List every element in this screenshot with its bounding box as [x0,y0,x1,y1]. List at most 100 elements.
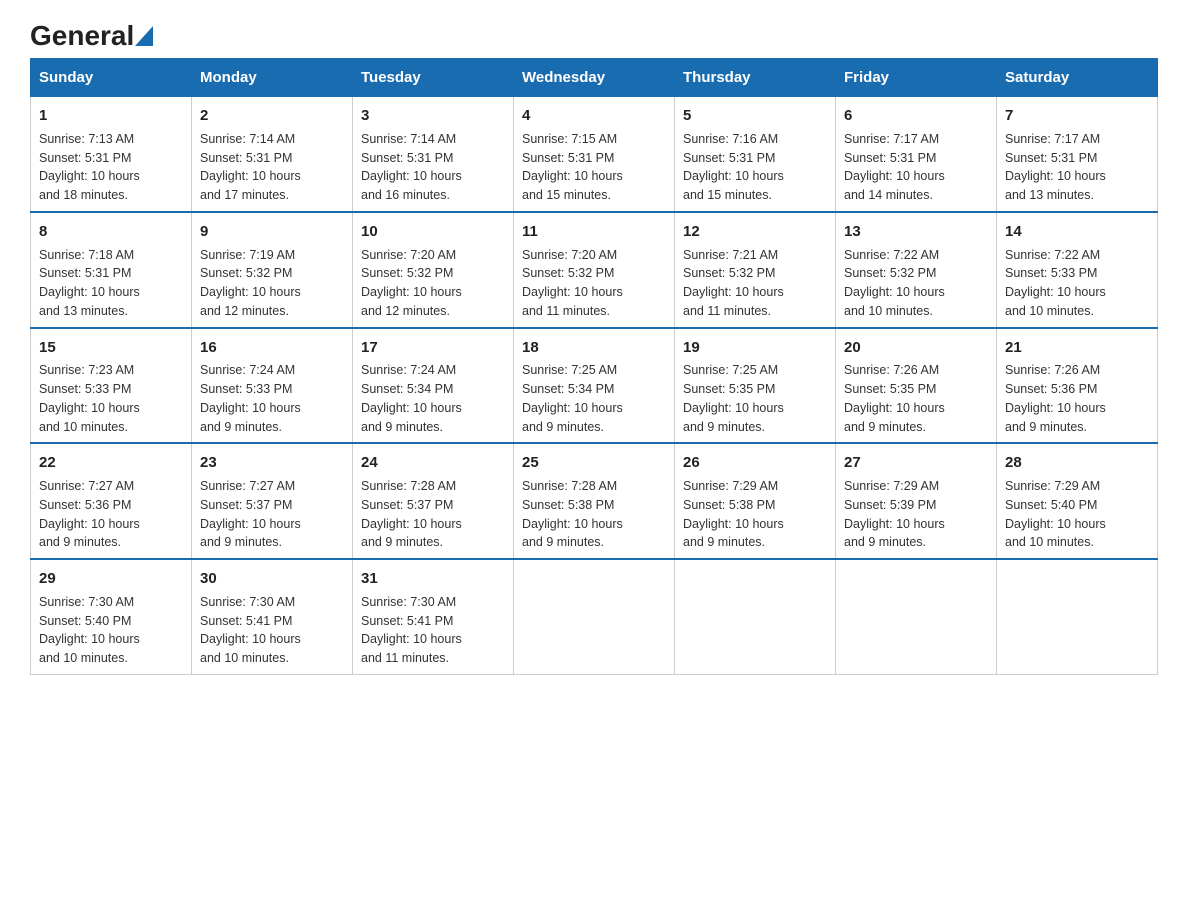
day-info: Sunrise: 7:29 AMSunset: 5:38 PMDaylight:… [683,479,784,549]
day-number: 9 [200,221,344,243]
calendar-cell: 27 Sunrise: 7:29 AMSunset: 5:39 PMDaylig… [836,443,997,559]
calendar-cell: 9 Sunrise: 7:19 AMSunset: 5:32 PMDayligh… [192,212,353,328]
day-info: Sunrise: 7:28 AMSunset: 5:37 PMDaylight:… [361,479,462,549]
calendar-cell: 13 Sunrise: 7:22 AMSunset: 5:32 PMDaylig… [836,212,997,328]
day-number: 25 [522,452,666,474]
day-info: Sunrise: 7:30 AMSunset: 5:41 PMDaylight:… [200,595,301,665]
calendar-table: SundayMondayTuesdayWednesdayThursdayFrid… [30,58,1158,675]
calendar-cell: 28 Sunrise: 7:29 AMSunset: 5:40 PMDaylig… [997,443,1158,559]
day-number: 24 [361,452,505,474]
logo-general-text: General [30,20,134,52]
day-info: Sunrise: 7:14 AMSunset: 5:31 PMDaylight:… [200,132,301,202]
calendar-week-row: 15 Sunrise: 7:23 AMSunset: 5:33 PMDaylig… [31,328,1158,444]
day-info: Sunrise: 7:19 AMSunset: 5:32 PMDaylight:… [200,248,301,318]
day-number: 7 [1005,105,1149,127]
page-header: General [30,20,1158,48]
day-number: 27 [844,452,988,474]
calendar-cell: 7 Sunrise: 7:17 AMSunset: 5:31 PMDayligh… [997,97,1158,212]
day-number: 2 [200,105,344,127]
calendar-week-row: 8 Sunrise: 7:18 AMSunset: 5:31 PMDayligh… [31,212,1158,328]
logo: General [30,20,153,48]
calendar-cell: 24 Sunrise: 7:28 AMSunset: 5:37 PMDaylig… [353,443,514,559]
day-number: 12 [683,221,827,243]
day-number: 3 [361,105,505,127]
day-info: Sunrise: 7:20 AMSunset: 5:32 PMDaylight:… [361,248,462,318]
day-number: 10 [361,221,505,243]
day-number: 26 [683,452,827,474]
calendar-cell: 8 Sunrise: 7:18 AMSunset: 5:31 PMDayligh… [31,212,192,328]
day-info: Sunrise: 7:18 AMSunset: 5:31 PMDaylight:… [39,248,140,318]
day-header-saturday: Saturday [997,59,1158,97]
calendar-cell: 3 Sunrise: 7:14 AMSunset: 5:31 PMDayligh… [353,97,514,212]
day-info: Sunrise: 7:25 AMSunset: 5:35 PMDaylight:… [683,363,784,433]
calendar-cell [514,559,675,674]
calendar-cell: 29 Sunrise: 7:30 AMSunset: 5:40 PMDaylig… [31,559,192,674]
calendar-cell [997,559,1158,674]
day-info: Sunrise: 7:27 AMSunset: 5:36 PMDaylight:… [39,479,140,549]
day-number: 15 [39,337,183,359]
day-number: 14 [1005,221,1149,243]
day-header-thursday: Thursday [675,59,836,97]
day-number: 11 [522,221,666,243]
day-info: Sunrise: 7:26 AMSunset: 5:36 PMDaylight:… [1005,363,1106,433]
day-header-wednesday: Wednesday [514,59,675,97]
calendar-cell: 31 Sunrise: 7:30 AMSunset: 5:41 PMDaylig… [353,559,514,674]
calendar-cell: 18 Sunrise: 7:25 AMSunset: 5:34 PMDaylig… [514,328,675,444]
calendar-cell: 14 Sunrise: 7:22 AMSunset: 5:33 PMDaylig… [997,212,1158,328]
day-number: 23 [200,452,344,474]
day-info: Sunrise: 7:21 AMSunset: 5:32 PMDaylight:… [683,248,784,318]
calendar-cell: 5 Sunrise: 7:16 AMSunset: 5:31 PMDayligh… [675,97,836,212]
calendar-cell: 11 Sunrise: 7:20 AMSunset: 5:32 PMDaylig… [514,212,675,328]
day-info: Sunrise: 7:23 AMSunset: 5:33 PMDaylight:… [39,363,140,433]
calendar-cell: 17 Sunrise: 7:24 AMSunset: 5:34 PMDaylig… [353,328,514,444]
calendar-week-row: 1 Sunrise: 7:13 AMSunset: 5:31 PMDayligh… [31,97,1158,212]
calendar-cell: 1 Sunrise: 7:13 AMSunset: 5:31 PMDayligh… [31,97,192,212]
day-number: 13 [844,221,988,243]
calendar-cell: 4 Sunrise: 7:15 AMSunset: 5:31 PMDayligh… [514,97,675,212]
day-info: Sunrise: 7:15 AMSunset: 5:31 PMDaylight:… [522,132,623,202]
calendar-header-row: SundayMondayTuesdayWednesdayThursdayFrid… [31,59,1158,97]
day-info: Sunrise: 7:22 AMSunset: 5:33 PMDaylight:… [1005,248,1106,318]
day-number: 18 [522,337,666,359]
calendar-cell: 15 Sunrise: 7:23 AMSunset: 5:33 PMDaylig… [31,328,192,444]
day-number: 28 [1005,452,1149,474]
day-number: 6 [844,105,988,127]
day-info: Sunrise: 7:29 AMSunset: 5:39 PMDaylight:… [844,479,945,549]
day-number: 5 [683,105,827,127]
day-info: Sunrise: 7:30 AMSunset: 5:41 PMDaylight:… [361,595,462,665]
day-info: Sunrise: 7:17 AMSunset: 5:31 PMDaylight:… [844,132,945,202]
calendar-cell: 10 Sunrise: 7:20 AMSunset: 5:32 PMDaylig… [353,212,514,328]
day-info: Sunrise: 7:24 AMSunset: 5:33 PMDaylight:… [200,363,301,433]
day-number: 4 [522,105,666,127]
calendar-cell: 12 Sunrise: 7:21 AMSunset: 5:32 PMDaylig… [675,212,836,328]
calendar-week-row: 22 Sunrise: 7:27 AMSunset: 5:36 PMDaylig… [31,443,1158,559]
calendar-cell: 26 Sunrise: 7:29 AMSunset: 5:38 PMDaylig… [675,443,836,559]
day-info: Sunrise: 7:29 AMSunset: 5:40 PMDaylight:… [1005,479,1106,549]
day-number: 20 [844,337,988,359]
calendar-week-row: 29 Sunrise: 7:30 AMSunset: 5:40 PMDaylig… [31,559,1158,674]
calendar-cell: 23 Sunrise: 7:27 AMSunset: 5:37 PMDaylig… [192,443,353,559]
calendar-cell: 16 Sunrise: 7:24 AMSunset: 5:33 PMDaylig… [192,328,353,444]
day-header-sunday: Sunday [31,59,192,97]
day-info: Sunrise: 7:28 AMSunset: 5:38 PMDaylight:… [522,479,623,549]
day-info: Sunrise: 7:22 AMSunset: 5:32 PMDaylight:… [844,248,945,318]
calendar-cell [836,559,997,674]
day-number: 21 [1005,337,1149,359]
day-number: 1 [39,105,183,127]
calendar-cell: 30 Sunrise: 7:30 AMSunset: 5:41 PMDaylig… [192,559,353,674]
calendar-cell: 6 Sunrise: 7:17 AMSunset: 5:31 PMDayligh… [836,97,997,212]
day-info: Sunrise: 7:26 AMSunset: 5:35 PMDaylight:… [844,363,945,433]
calendar-cell: 2 Sunrise: 7:14 AMSunset: 5:31 PMDayligh… [192,97,353,212]
day-number: 19 [683,337,827,359]
day-number: 30 [200,568,344,590]
logo-triangle-icon [135,26,153,46]
day-info: Sunrise: 7:30 AMSunset: 5:40 PMDaylight:… [39,595,140,665]
day-info: Sunrise: 7:13 AMSunset: 5:31 PMDaylight:… [39,132,140,202]
day-info: Sunrise: 7:14 AMSunset: 5:31 PMDaylight:… [361,132,462,202]
calendar-cell: 21 Sunrise: 7:26 AMSunset: 5:36 PMDaylig… [997,328,1158,444]
day-number: 29 [39,568,183,590]
calendar-cell: 19 Sunrise: 7:25 AMSunset: 5:35 PMDaylig… [675,328,836,444]
day-info: Sunrise: 7:17 AMSunset: 5:31 PMDaylight:… [1005,132,1106,202]
day-header-tuesday: Tuesday [353,59,514,97]
day-number: 17 [361,337,505,359]
